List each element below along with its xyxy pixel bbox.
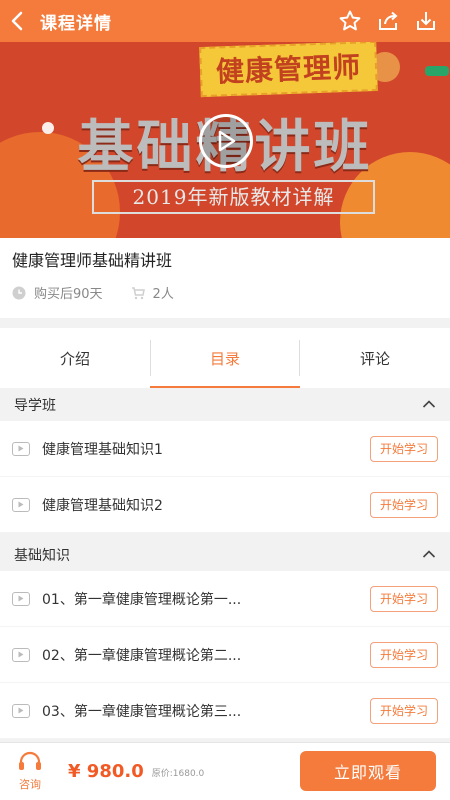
catalog-list: 导学班 健康管理基础知识1 开始学习 健康管理基础知识2 开始学习 基础知识 0…	[0, 389, 450, 739]
back-icon[interactable]	[0, 0, 36, 42]
course-meta: 购买后90天 2人	[12, 283, 174, 302]
banner-tag: 健康管理师	[199, 42, 378, 98]
video-icon	[12, 647, 30, 662]
app: 课程详情 健康管理师 基础精讲班 2019年新版教材详解 健康管理师基础精讲班	[0, 0, 450, 800]
list-item[interactable]: 01、第一章健康管理概论第一... 开始学习	[0, 571, 450, 627]
start-study-button[interactable]: 开始学习	[370, 491, 438, 518]
consult-label: 咨询	[19, 778, 41, 791]
tab-divider	[150, 340, 151, 376]
star-icon[interactable]	[336, 7, 364, 35]
video-icon	[12, 497, 30, 512]
headset-icon	[17, 751, 43, 776]
chevron-up-icon[interactable]	[422, 397, 436, 413]
lesson-name: 健康管理基础知识1	[42, 441, 163, 458]
section-title: 基础知识	[14, 548, 70, 564]
tab-bar: 介绍 目录 评论	[0, 328, 450, 388]
chevron-up-icon[interactable]	[422, 547, 436, 563]
play-icon[interactable]	[199, 114, 253, 168]
list-item[interactable]: 健康管理基础知识2 开始学习	[0, 477, 450, 533]
tab-comments[interactable]: 评论	[300, 328, 450, 388]
course-info: 健康管理师基础精讲班 购买后90天 2人	[0, 238, 450, 318]
course-title: 健康管理师基础精讲班	[12, 251, 173, 270]
course-buyers: 2人	[152, 287, 174, 302]
section-title: 导学班	[14, 398, 56, 414]
section-header[interactable]: 基础知识	[0, 539, 450, 571]
start-study-button[interactable]: 开始学习	[370, 641, 438, 668]
banner-sub-text: 2019年新版教材详解	[92, 180, 375, 214]
page-title: 课程详情	[40, 13, 112, 34]
list-item[interactable]: 健康管理基础知识1 开始学习	[0, 421, 450, 477]
video-icon	[12, 591, 30, 606]
tab-divider	[299, 340, 300, 376]
course-banner[interactable]: 健康管理师 基础精讲班 2019年新版教材详解	[0, 42, 450, 238]
watch-now-button[interactable]: 立即观看	[300, 751, 436, 791]
video-icon	[12, 703, 30, 718]
original-price: 原价:1680.0	[151, 769, 205, 779]
download-icon[interactable]	[412, 7, 440, 35]
cart-icon	[131, 286, 145, 300]
consult-button[interactable]: 咨询	[0, 743, 60, 800]
buyers-meta: 2人	[131, 283, 174, 302]
list-item[interactable]: 02、第一章健康管理概论第二... 开始学习	[0, 627, 450, 683]
course-validity: 购买后90天	[34, 287, 103, 302]
header-actions	[336, 7, 440, 35]
lesson-name: 03、第一章健康管理概论第三...	[42, 703, 242, 720]
video-icon	[12, 441, 30, 456]
lesson-name: 01、第一章健康管理概论第一...	[42, 591, 242, 608]
tab-intro[interactable]: 介绍	[0, 328, 150, 388]
bottom-bar: 咨询 ¥ 980.0 原价:1680.0 立即观看	[0, 742, 450, 800]
price: ¥ 980.0	[68, 761, 144, 782]
start-study-button[interactable]: 开始学习	[370, 585, 438, 612]
section-header[interactable]: 导学班	[0, 389, 450, 421]
start-study-button[interactable]: 开始学习	[370, 435, 438, 462]
clock-icon	[12, 286, 26, 300]
list-item[interactable]: 03、第一章健康管理概论第三... 开始学习	[0, 683, 450, 739]
share-icon[interactable]	[374, 7, 402, 35]
tab-catalog[interactable]: 目录	[150, 328, 300, 388]
start-study-button[interactable]: 开始学习	[370, 697, 438, 724]
top-bar: 课程详情	[0, 0, 450, 42]
lesson-name: 02、第一章健康管理概论第二...	[42, 647, 242, 664]
banner-decoration	[425, 66, 449, 76]
lesson-name: 健康管理基础知识2	[42, 497, 163, 514]
